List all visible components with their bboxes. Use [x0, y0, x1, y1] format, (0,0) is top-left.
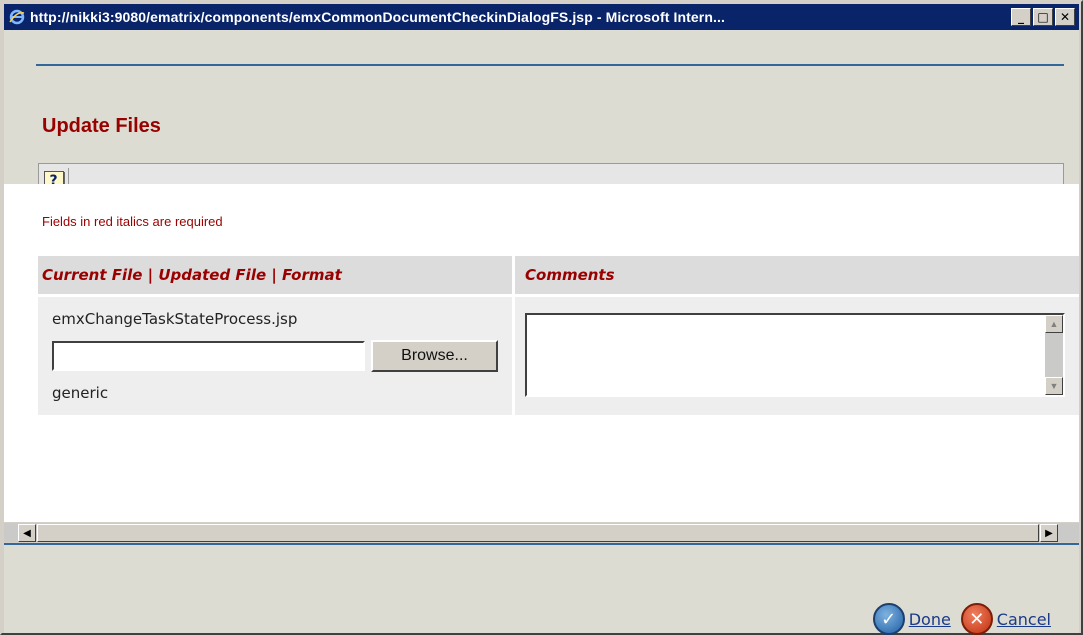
- checkmark-icon[interactable]: ✓: [872, 603, 905, 635]
- updated-file-input[interactable]: [52, 341, 365, 371]
- scroll-right-icon[interactable]: ▶: [1040, 524, 1058, 542]
- file-cell: emxChangeTaskStateProcess.jsp Browse... …: [38, 297, 512, 415]
- minimize-button[interactable]: _: [1011, 8, 1031, 26]
- maximize-button[interactable]: □: [1033, 8, 1053, 26]
- cancel-x-icon[interactable]: ✕: [960, 603, 993, 635]
- dialog-content: Fields in red italics are required Curre…: [4, 184, 1079, 522]
- comments-textarea[interactable]: ▲ ▼: [525, 313, 1065, 397]
- page-title: Update Files: [42, 115, 161, 137]
- page-header: Update Files ?: [4, 30, 1079, 199]
- format-value: generic: [52, 384, 109, 402]
- current-file-name: emxChangeTaskStateProcess.jsp: [52, 310, 298, 328]
- scroll-left-icon[interactable]: ◀: [18, 524, 36, 542]
- title-bar[interactable]: http://nikki3:9080/ematrix/components/em…: [4, 4, 1079, 30]
- cancel-link[interactable]: Cancel: [997, 610, 1051, 629]
- scroll-down-icon[interactable]: ▼: [1045, 377, 1063, 395]
- column-header-files: Current File | Updated File | Format: [38, 256, 512, 294]
- comments-cell: ▲ ▼: [515, 297, 1079, 415]
- scrollbar-thumb[interactable]: [37, 524, 1039, 542]
- column-header-comments: Comments: [515, 256, 1079, 294]
- done-link[interactable]: Done: [909, 610, 951, 629]
- browse-button[interactable]: Browse...: [371, 340, 498, 372]
- internet-explorer-icon: [8, 8, 26, 26]
- close-button[interactable]: ✕: [1055, 8, 1075, 26]
- column-header-comments-label: Comments: [525, 266, 615, 284]
- column-header-files-label: Current File | Updated File | Format: [42, 266, 342, 284]
- required-fields-note: Fields in red italics are required: [42, 214, 223, 229]
- browser-window: http://nikki3:9080/ematrix/components/em…: [0, 0, 1083, 635]
- horizontal-scrollbar[interactable]: ◀ ▶: [4, 522, 1079, 542]
- scroll-up-icon[interactable]: ▲: [1045, 315, 1063, 333]
- comments-scrollbar[interactable]: ▲ ▼: [1045, 315, 1063, 395]
- header-rule: [36, 64, 1064, 66]
- dialog-footer: ✓ Done ✕ Cancel: [4, 543, 1079, 635]
- window-title: http://nikki3:9080/ematrix/components/em…: [30, 9, 725, 25]
